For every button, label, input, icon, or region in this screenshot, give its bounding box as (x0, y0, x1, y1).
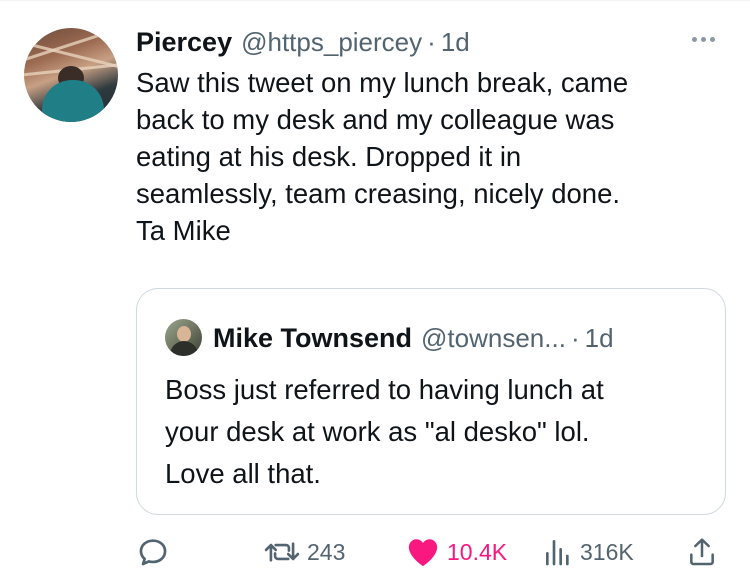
retweet-count: 243 (307, 538, 346, 565)
like-count: 10.4K (447, 538, 508, 565)
quoted-tweet-time[interactable]: 1d (585, 323, 614, 354)
views-count: 316K (580, 538, 634, 565)
retweet-button[interactable]: 243 (264, 532, 345, 572)
reply-icon (139, 539, 167, 566)
views-button[interactable]: 316K (543, 532, 634, 572)
quoted-tweet-card[interactable]: Mike Townsend @townsen... · 1d Boss just… (136, 288, 726, 515)
reply-button[interactable] (136, 532, 177, 572)
heart-filled-icon (408, 539, 438, 567)
like-button[interactable]: 10.4K (406, 532, 507, 572)
quoted-author-avatar[interactable] (165, 319, 202, 356)
quoted-separator-dot: · (570, 322, 580, 353)
views-chart-icon (546, 540, 569, 566)
separator-dot: · (427, 26, 436, 57)
action-bar: 243 10.4K 316K (136, 532, 726, 572)
more-dots-icon[interactable] (683, 26, 723, 52)
share-button[interactable] (686, 532, 718, 572)
quoted-tweet-header: Mike Townsend @townsen... · 1d (213, 319, 614, 357)
retweet-icon (264, 542, 300, 562)
quoted-author-handle[interactable]: @townsen... (421, 323, 566, 354)
quoted-author-name[interactable]: Mike Townsend (213, 323, 412, 354)
author-avatar[interactable] (24, 28, 118, 122)
tweet-time[interactable]: 1d (441, 27, 470, 58)
tweet-text: Saw this tweet on my lunch break, came b… (136, 67, 629, 246)
author-name[interactable]: Piercey (136, 27, 232, 58)
tweet-header: Piercey @https_piercey · 1d (136, 24, 470, 60)
quoted-tweet-text: Boss just referred to having lunch at yo… (165, 374, 604, 489)
author-handle[interactable]: @https_piercey (241, 27, 422, 58)
top-divider (0, 0, 750, 1)
share-icon (690, 538, 714, 566)
